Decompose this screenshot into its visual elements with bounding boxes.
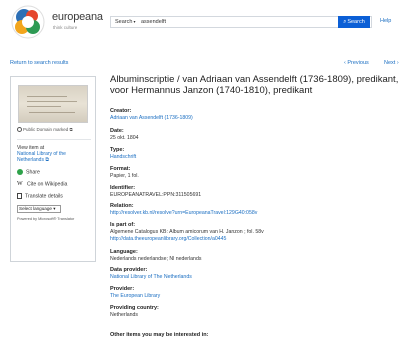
external-link-icon: ⧉: [45, 157, 49, 163]
language-select[interactable]: Select language ▾: [17, 205, 61, 213]
logo-text: europeana: [52, 11, 103, 23]
search-input[interactable]: [141, 17, 335, 27]
field-label: Identifier:: [110, 185, 136, 191]
field-label: Providing country:: [110, 305, 159, 311]
field-label: Date:: [110, 128, 124, 134]
public-domain-icon: [17, 127, 22, 133]
share-button[interactable]: Share: [17, 169, 40, 175]
chevron-down-icon: ▾: [133, 19, 136, 24]
external-link-icon: ⧉: [69, 127, 73, 132]
field-value: Nederlands nederlandse; Nl nederlands: [110, 256, 202, 262]
field-value: Papier, 1 fol.: [110, 173, 139, 179]
logo-subtitle: think culture: [53, 25, 78, 30]
search-icon: ⌕: [343, 19, 347, 25]
site-header: europeana think culture Search▾ ⌕Search …: [0, 0, 406, 44]
field-value-link[interactable]: Handschrift: [110, 154, 400, 160]
share-icon: [17, 169, 23, 175]
cite-wikipedia-button[interactable]: W Cite on Wikipedia: [17, 181, 67, 187]
field-label: Type:: [110, 147, 125, 153]
field-value: 25 okt. 1804: [110, 135, 139, 141]
field-label: Provider:: [110, 286, 135, 292]
divider: [17, 139, 91, 140]
translate-details-button[interactable]: Translate details: [17, 193, 63, 199]
other-items-heading: Other items you may be interested in:: [110, 332, 209, 338]
europeana-logo-icon[interactable]: [10, 4, 46, 40]
rights-statement[interactable]: Public Domain marked ⧉: [17, 127, 73, 133]
document-icon: [17, 193, 22, 199]
field-label: Is part of:: [110, 222, 136, 228]
back-to-results-link[interactable]: Return to search results: [10, 60, 68, 66]
field-value: Algemene Catalogus KB: Album amicorum va…: [110, 229, 264, 235]
powered-by-translator: Powered by Microsoft® Translator: [17, 217, 75, 221]
field-value-link[interactable]: Adriaan van Assendelft (1736-1809): [110, 115, 400, 121]
wikipedia-icon: W: [17, 181, 23, 187]
previous-link[interactable]: ‹ Previous: [344, 60, 369, 66]
view-item-link[interactable]: National Library of the Netherlands ⧉: [17, 151, 93, 163]
field-value: EUROPEANATRAVEL:PPN:311505691: [110, 192, 202, 198]
search-box: Search▾: [110, 16, 372, 28]
field-value-link[interactable]: The European Library: [110, 293, 400, 299]
search-button[interactable]: ⌕Search: [338, 16, 370, 28]
chevron-down-icon: ▾: [53, 206, 56, 211]
field-value-link[interactable]: National Library of The Netherlands: [110, 274, 400, 280]
search-scope-dropdown[interactable]: Search▾: [115, 19, 135, 25]
field-value: Netherlands: [110, 312, 138, 318]
item-thumbnail[interactable]: [18, 85, 88, 123]
field-label: Data provider:: [110, 267, 148, 273]
help-link[interactable]: Help: [380, 18, 391, 24]
field-value-link[interactable]: http://data.theeuropeanlibrary.org/Colle…: [110, 236, 400, 242]
next-link[interactable]: Next ›: [384, 60, 399, 66]
item-sidebar: Public Domain marked ⧉ View item at Nati…: [10, 76, 96, 262]
record-title: Albuminscriptie / van Adriaan van Assend…: [110, 74, 399, 96]
field-label: Relation:: [110, 203, 134, 209]
field-label: Format:: [110, 166, 131, 172]
field-label: Language:: [110, 249, 138, 255]
field-label: Creator:: [110, 108, 132, 114]
field-value-link[interactable]: http://resolver.kb.nl/resolve?urn=Europe…: [110, 210, 400, 216]
